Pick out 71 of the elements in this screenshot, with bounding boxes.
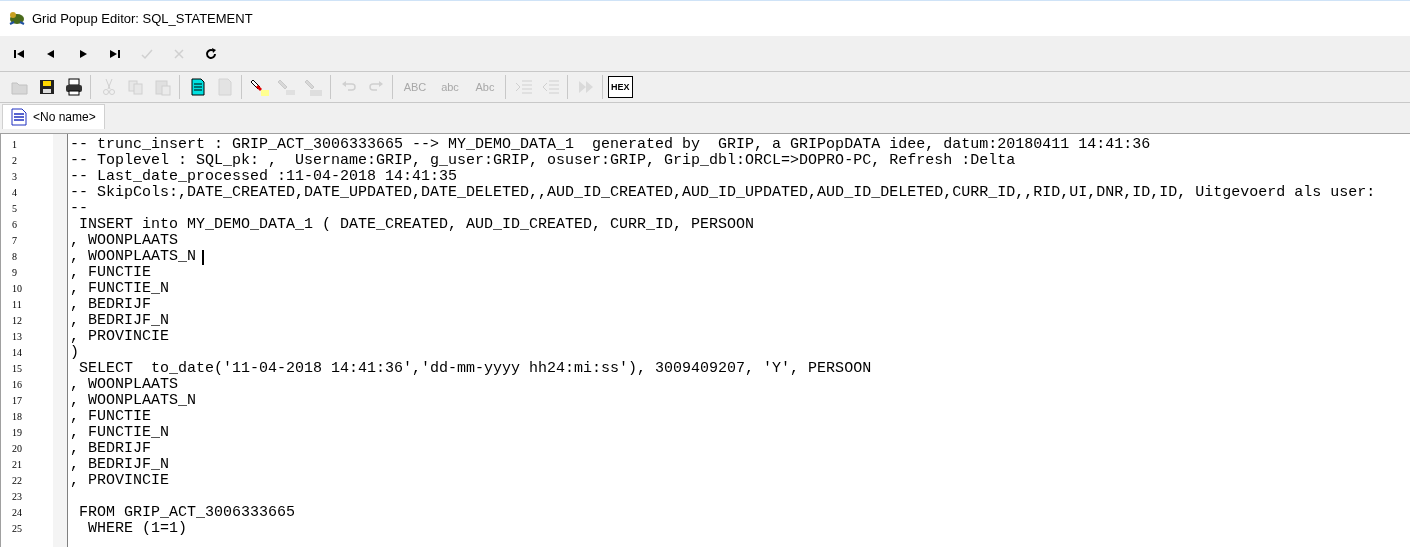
tab-label: <No name> bbox=[33, 110, 96, 124]
line-number: 8 bbox=[11, 250, 18, 264]
refresh-icon bbox=[204, 47, 218, 61]
line-number: 20 bbox=[11, 442, 23, 456]
line-number: 13 bbox=[11, 330, 23, 344]
line-number: 25 bbox=[11, 522, 23, 536]
code-line: , WOONPLAATS bbox=[69, 233, 179, 249]
line-number: 14 bbox=[11, 346, 23, 360]
code-line: -- trunc_insert : GRIP_ACT_3006333665 --> MY_DEMO_DATA_1 generated by GRIP, a GRIPopDATA idee, datum:20180411 14:41:36 bbox=[69, 137, 1151, 153]
line-number: 12 bbox=[11, 314, 23, 328]
line-number: 2 bbox=[11, 154, 18, 168]
line-number: 6 bbox=[11, 218, 18, 232]
line-number: 22 bbox=[11, 474, 23, 488]
line-number: 21 bbox=[11, 458, 23, 472]
close-icon bbox=[172, 47, 186, 61]
line-number: 18 bbox=[11, 410, 23, 424]
first-record-icon bbox=[12, 47, 26, 61]
app-logo-icon bbox=[8, 9, 26, 28]
code-line: -- SkipCols:,DATE_CREATED,DATE_UPDATED,DATE_DELETED,,AUD_ID_CREATED,AUD_ID_UPDATED,AUD_ID_DELETED,CURR_ID,,RID,UI,DNR,ID,ID, Uitgevoerd als user: bbox=[69, 185, 1376, 201]
code-line: , WOONPLAATS_N bbox=[69, 249, 197, 265]
indent-icon bbox=[514, 77, 534, 97]
code-line: , BEDRIJF bbox=[69, 297, 151, 313]
code-line: , FUNCTIE_N bbox=[69, 425, 170, 441]
code-line: , PROVINCIE bbox=[69, 329, 170, 345]
line-number: 11 bbox=[11, 298, 23, 312]
printer-icon bbox=[64, 77, 84, 97]
blank-page-icon bbox=[215, 77, 235, 97]
code-line: -- Last_date_processed :11-04-2018 14:41:35 bbox=[69, 169, 458, 185]
line-number: 10 bbox=[11, 282, 23, 296]
code-line: , FUNCTIE_N bbox=[69, 281, 170, 297]
line-number: 7 bbox=[11, 234, 18, 248]
check-icon bbox=[140, 47, 154, 61]
code-line: -- Toplevel : SQL_pk: , Username:GRIP, g_user:GRIP, osuser:GRIP, Grip_dbl:ORCL=>DOPRO-PC, Refresh :Delta bbox=[69, 153, 1016, 169]
line-number: 17 bbox=[11, 394, 23, 408]
code-line: , BEDRIJF_N bbox=[69, 313, 170, 329]
document-tab[interactable]: <No name> bbox=[2, 104, 105, 129]
line-number: 24 bbox=[11, 506, 23, 520]
code-line: INSERT into MY_DEMO_DATA_1 ( DATE_CREATED, AUD_ID_CREATED, CURR_ID, PERSOON bbox=[78, 217, 755, 233]
last-record-icon bbox=[108, 47, 122, 61]
clipboard-icon bbox=[153, 77, 173, 97]
line-number: 1 bbox=[11, 138, 18, 152]
line-number: 16 bbox=[11, 378, 23, 392]
code-line: WHERE (1=1) bbox=[87, 521, 188, 537]
window-title: Grid Popup Editor: SQL_STATEMENT bbox=[32, 11, 253, 26]
code-line: , BEDRIJF bbox=[69, 441, 151, 457]
code-line: , FUNCTIE bbox=[69, 265, 151, 281]
code-line: -- bbox=[69, 201, 88, 217]
line-number: 3 bbox=[11, 170, 18, 184]
code-line: ) bbox=[69, 345, 79, 361]
hex-button[interactable]: HEX bbox=[608, 76, 633, 98]
flashlight-icon bbox=[277, 77, 297, 97]
line-number: 9 bbox=[11, 266, 18, 280]
line-number: 15 bbox=[11, 362, 23, 376]
document-icon bbox=[11, 108, 27, 126]
code-editor[interactable] bbox=[0, 133, 1410, 547]
document-icon bbox=[188, 77, 208, 97]
flashlight-icon bbox=[304, 77, 324, 97]
outdent-icon bbox=[541, 77, 561, 97]
line-number: 23 bbox=[11, 490, 23, 504]
code-line: , WOONPLAATS_N bbox=[69, 393, 197, 409]
code-line: , WOONPLAATS bbox=[69, 377, 179, 393]
code-line: SELECT to_date('11-04-2018 14:41:36','dd-mm-yyyy hh24:mi:ss'), 3009409207, 'Y', PERSOON bbox=[78, 361, 872, 377]
code-line: , FUNCTIE bbox=[69, 409, 151, 425]
line-number: 5 bbox=[11, 202, 18, 216]
highlighter-icon bbox=[250, 77, 270, 97]
line-number: 4 bbox=[11, 186, 18, 200]
code-line: , BEDRIJF_N bbox=[69, 457, 170, 473]
code-line: FROM GRIP_ACT_3006333665 bbox=[78, 505, 296, 521]
line-number: 19 bbox=[11, 426, 23, 440]
copy-icon bbox=[126, 77, 146, 97]
code-line: , PROVINCIE bbox=[69, 473, 170, 489]
